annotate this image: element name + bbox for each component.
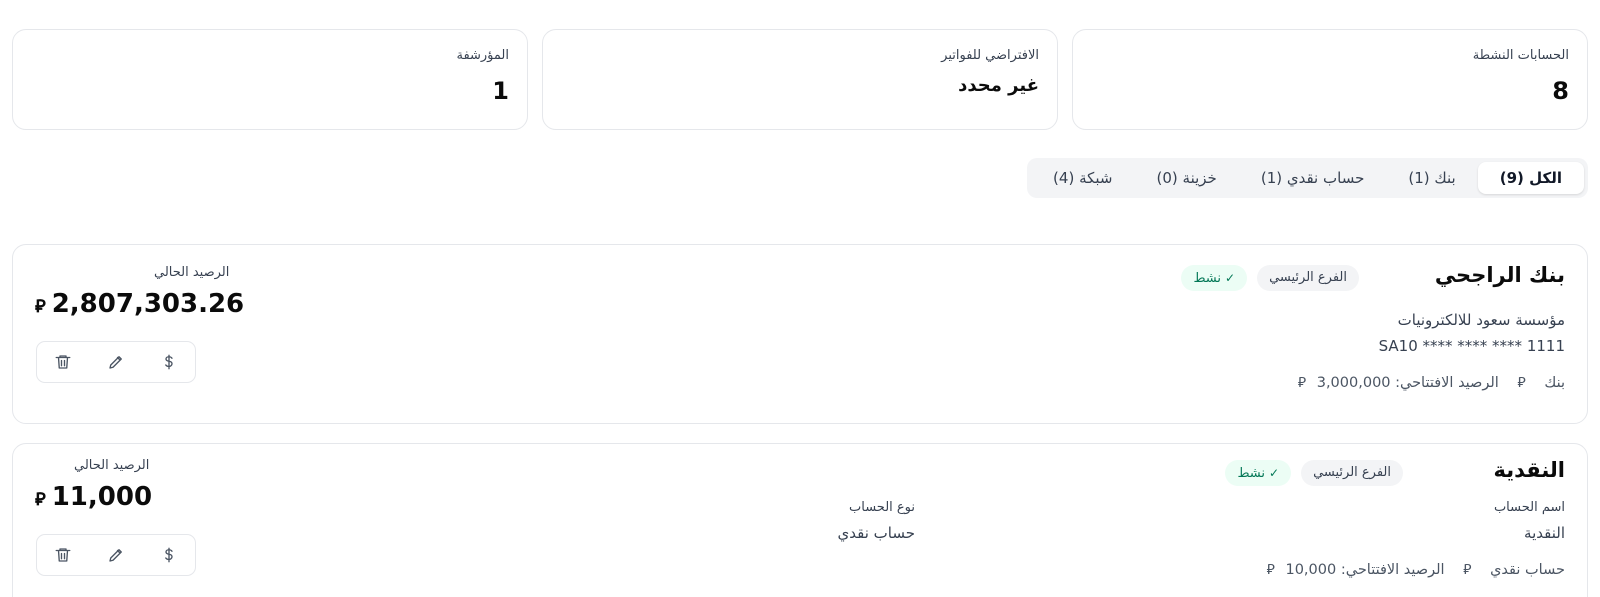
stat-label: الافتراضي للفواتير xyxy=(941,48,1039,63)
dollar-icon xyxy=(164,547,173,563)
delete-button[interactable] xyxy=(45,346,81,378)
account-type-tabs: الكل (9) بنك (1) حساب نقدي (1) خزينة (0)… xyxy=(1027,158,1588,198)
status-badge: ✓ نشط xyxy=(1225,460,1292,486)
stat-card-active-accounts: الحسابات النشطة 8 xyxy=(1072,29,1588,130)
trash-icon xyxy=(55,548,71,562)
riyal-icon: ⃁ xyxy=(1297,375,1307,391)
current-balance-label: الرصيد الحالي xyxy=(154,265,230,280)
account-type: بنك xyxy=(1544,375,1565,391)
trash-icon xyxy=(55,355,71,369)
riyal-icon: ⃁ xyxy=(35,296,46,317)
stats-row: الحسابات النشطة 8 الافتراضي للفواتير غير… xyxy=(12,29,1588,130)
edit-button[interactable] xyxy=(98,539,134,571)
stat-value: 8 xyxy=(1552,77,1569,105)
account-name-value: النقدية xyxy=(1524,524,1565,542)
stat-card-archived: المؤرشفة 1 xyxy=(12,29,528,130)
pencil-icon xyxy=(109,549,122,562)
status-text: نشط xyxy=(1237,466,1265,481)
transactions-button[interactable] xyxy=(151,539,187,571)
stat-label: الحسابات النشطة xyxy=(1472,48,1569,63)
current-balance: ⃁ 11,000 xyxy=(35,482,152,512)
current-balance: ⃁ 2,807,303.26 xyxy=(35,289,244,319)
tab-cash-account[interactable]: حساب نقدي (1) xyxy=(1239,162,1387,194)
pencil-icon xyxy=(109,356,122,369)
branch-badge: الفرع الرئيسي xyxy=(1301,460,1403,486)
tab-all[interactable]: الكل (9) xyxy=(1477,162,1584,194)
bank-accounts-page: الحسابات النشطة 8 الافتراضي للفواتير غير… xyxy=(0,0,1600,597)
opening-balance: الرصيد الافتتاحي: 10,000 xyxy=(1285,562,1445,578)
company-name: مؤسسة سعود للالكترونيات xyxy=(1397,311,1565,329)
status-text: نشط xyxy=(1193,271,1221,286)
stat-card-default-invoices: الافتراضي للفواتير غير محدد xyxy=(542,29,1058,130)
tab-bank[interactable]: بنك (1) xyxy=(1386,162,1477,194)
iban-masked: SA10 **** **** **** 1111 xyxy=(1378,337,1565,355)
riyal-icon: ⃁ xyxy=(1463,562,1472,578)
riyal-icon: ⃁ xyxy=(1266,562,1275,578)
transactions-button[interactable] xyxy=(151,346,187,378)
account-chips: الفرع الرئيسي ✓ نشط xyxy=(1181,265,1359,291)
stat-value: غير محدد xyxy=(958,75,1039,96)
account-name: بنك الراجحي xyxy=(1434,263,1565,287)
account-actions xyxy=(36,534,196,576)
riyal-icon: ⃁ xyxy=(1517,375,1526,391)
riyal-icon: ⃁ xyxy=(35,489,46,510)
account-name-label: اسم الحساب xyxy=(1493,500,1565,515)
opening-balance: الرصيد الافتتاحي: 3,000,000 xyxy=(1316,375,1499,391)
check-icon: ✓ xyxy=(1269,466,1280,480)
edit-button[interactable] xyxy=(98,346,134,378)
tab-network[interactable]: شبكة (4) xyxy=(1031,162,1134,194)
check-icon: ✓ xyxy=(1225,271,1236,285)
account-chips: الفرع الرئيسي ✓ نشط xyxy=(1225,460,1403,486)
branch-badge: الفرع الرئيسي xyxy=(1257,265,1359,291)
stat-label: المؤرشفة xyxy=(456,48,509,63)
stat-value: 1 xyxy=(492,77,509,105)
account-type-label: نوع الحساب xyxy=(849,500,915,515)
account-card: بنك الراجحي الفرع الرئيسي ✓ نشط مؤسسة سعو… xyxy=(12,244,1588,424)
account-meta: حساب نقدي ⃁ الرصيد الافتتاحي: 10,000 ⃁ xyxy=(1261,560,1565,578)
account-meta: بنك ⃁ الرصيد الافتتاحي: 3,000,000 ⃁ xyxy=(1292,373,1565,391)
delete-button[interactable] xyxy=(45,539,81,571)
account-type: حساب نقدي xyxy=(1490,562,1565,578)
current-balance-value: 2,807,303.26 xyxy=(51,289,245,319)
status-badge: ✓ نشط xyxy=(1181,265,1248,291)
account-card: النقدية الفرع الرئيسي ✓ نشط اسم الحساب ال… xyxy=(12,443,1588,597)
account-name: النقدية xyxy=(1493,458,1565,482)
account-type-value: حساب نقدي xyxy=(837,524,916,542)
current-balance-value: 11,000 xyxy=(51,482,153,512)
account-actions xyxy=(36,341,196,383)
current-balance-label: الرصيد الحالي xyxy=(74,458,150,473)
dollar-icon xyxy=(164,354,173,370)
tab-treasury[interactable]: خزينة (0) xyxy=(1135,162,1239,194)
